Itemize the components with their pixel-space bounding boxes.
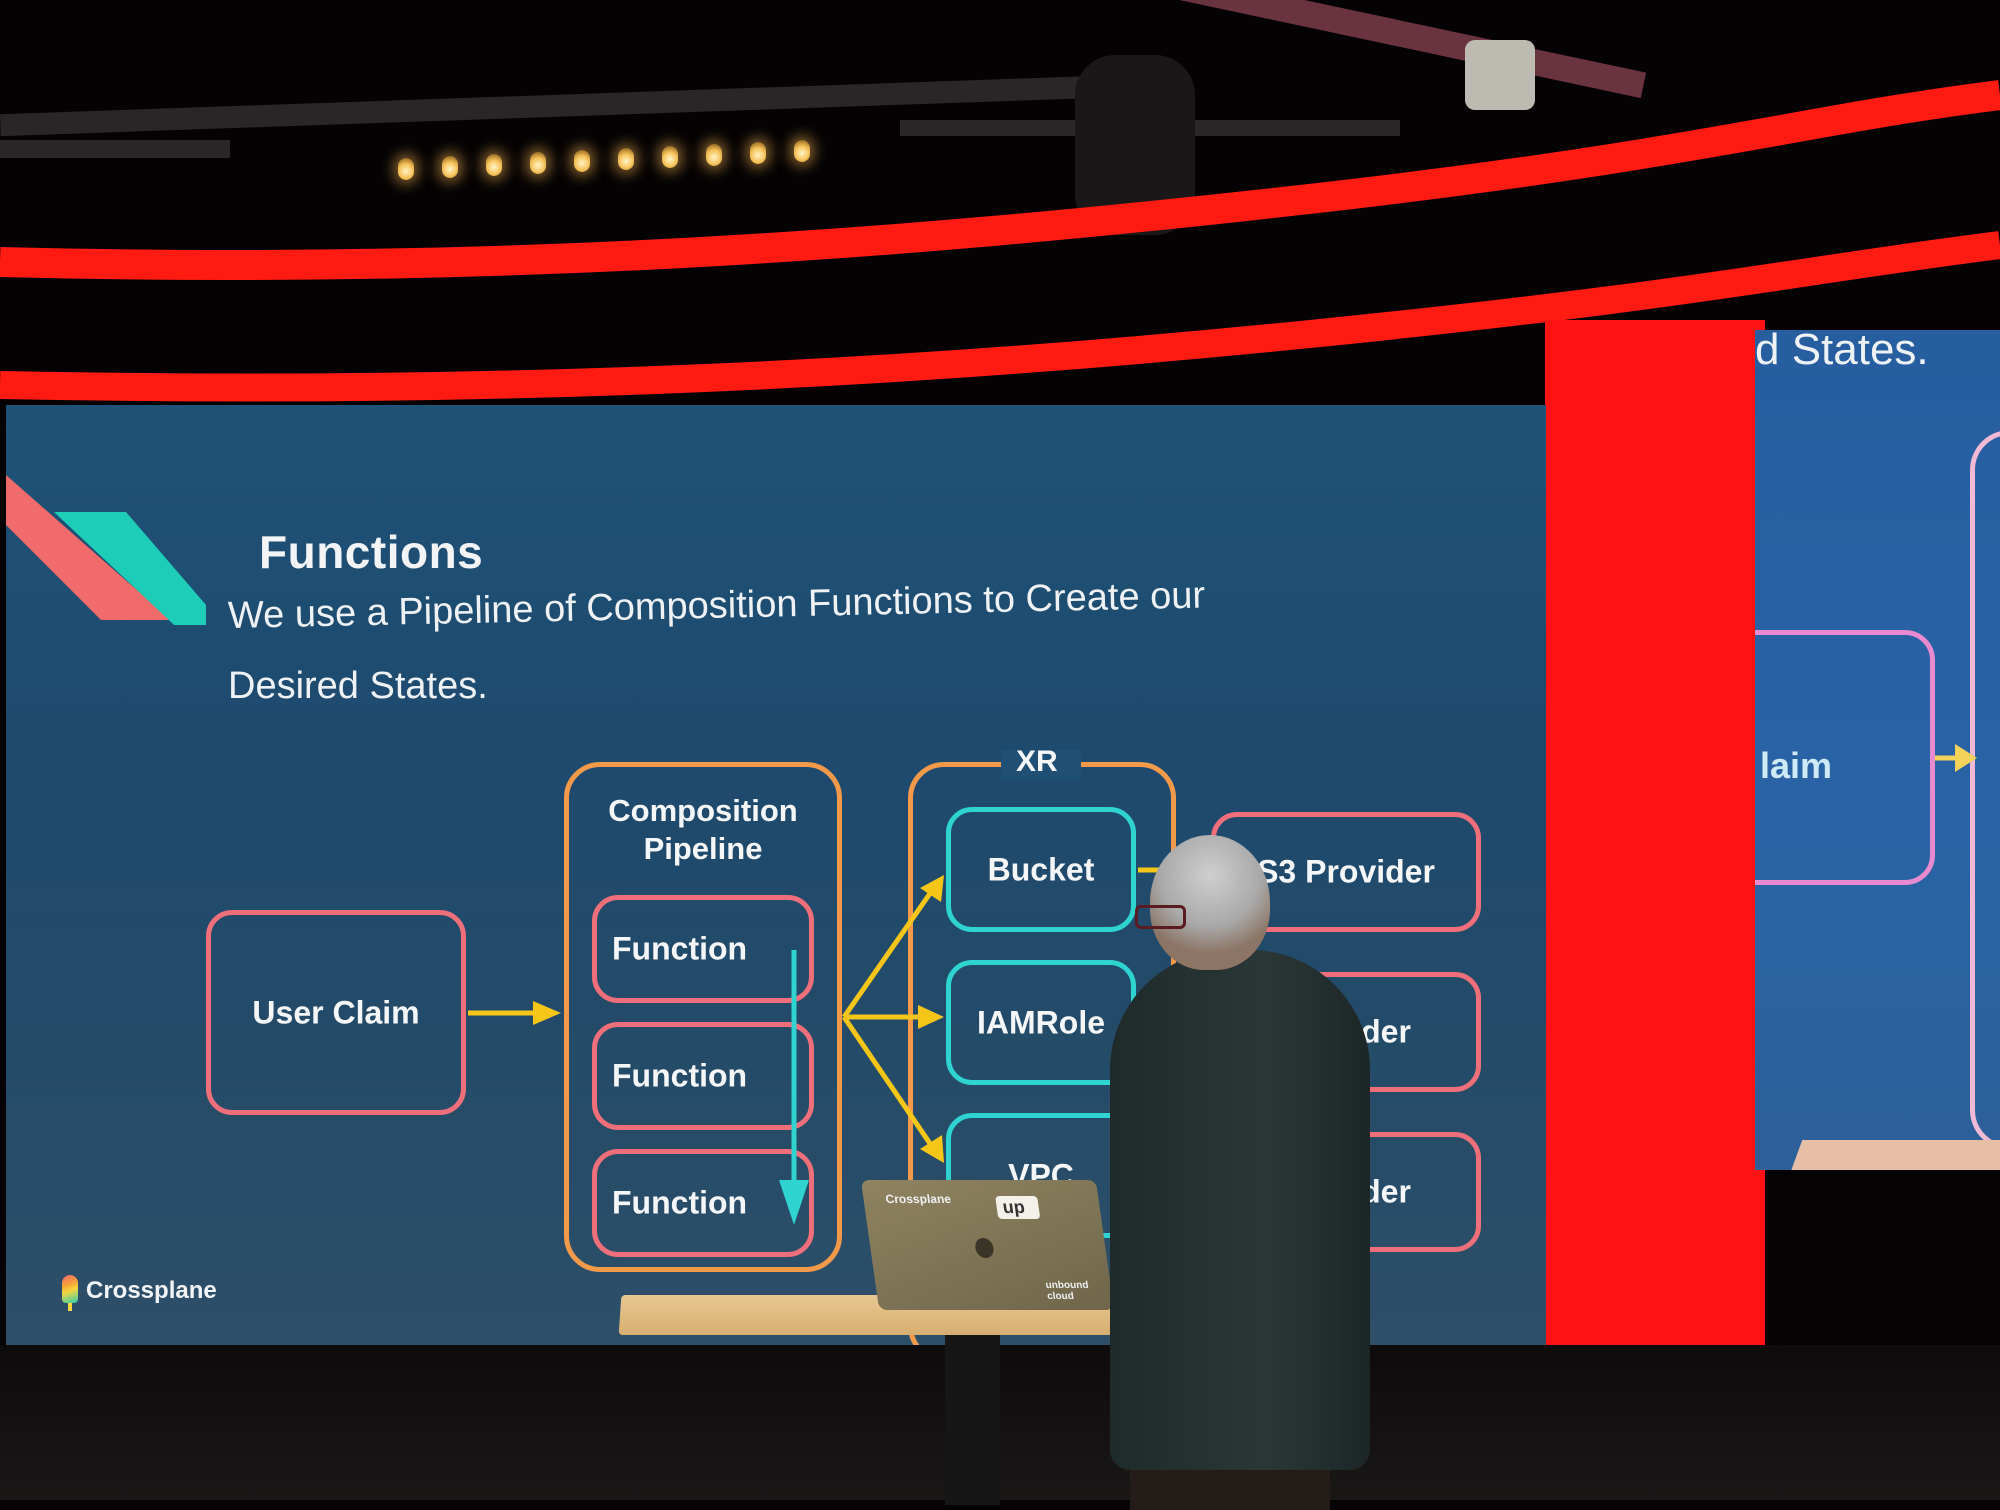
arrow-head [779, 1180, 809, 1225]
sticker-up: up [995, 1196, 1041, 1219]
crossplane-popsicle-stick [68, 1303, 72, 1311]
arrow-pipeline-to-bucket [841, 875, 944, 1019]
arrow-function-flow [779, 950, 809, 1225]
arrow-head [920, 875, 944, 902]
arrow-head [918, 1005, 944, 1029]
desk-leg [945, 1335, 1000, 1505]
presenter-head [1150, 835, 1270, 970]
crossplane-logo-text: Crossplane [86, 1277, 217, 1304]
presenter-body [1110, 950, 1370, 1470]
apple-logo-icon [974, 1238, 995, 1258]
secondary-screen: d States. laim [1755, 330, 2000, 1170]
sticker-unbound-cloud: unbound cloud [1044, 1280, 1090, 1302]
arrow-head [1955, 744, 1977, 772]
led-strip-upper [0, 80, 2000, 281]
arrow-claim-to-pipeline [468, 1001, 561, 1025]
stage-floor [0, 1345, 2000, 1500]
red-led-panel [1545, 320, 1765, 1440]
laptop: Crossplane up unbound cloud [860, 1180, 1115, 1310]
sticker-crossplane: Crossplane [884, 1192, 952, 1206]
arrow-head [920, 1135, 944, 1163]
secondary-arrow [1935, 744, 1977, 772]
crossplane-popsicle-icon [62, 1275, 78, 1303]
presenter-glasses [1135, 905, 1186, 929]
secondary-desk [1787, 1140, 2000, 1170]
arrow-pipeline-to-iamrole [844, 1005, 944, 1029]
arrow-head [533, 1001, 561, 1025]
arrow-pipeline-to-vpc [841, 1015, 944, 1163]
